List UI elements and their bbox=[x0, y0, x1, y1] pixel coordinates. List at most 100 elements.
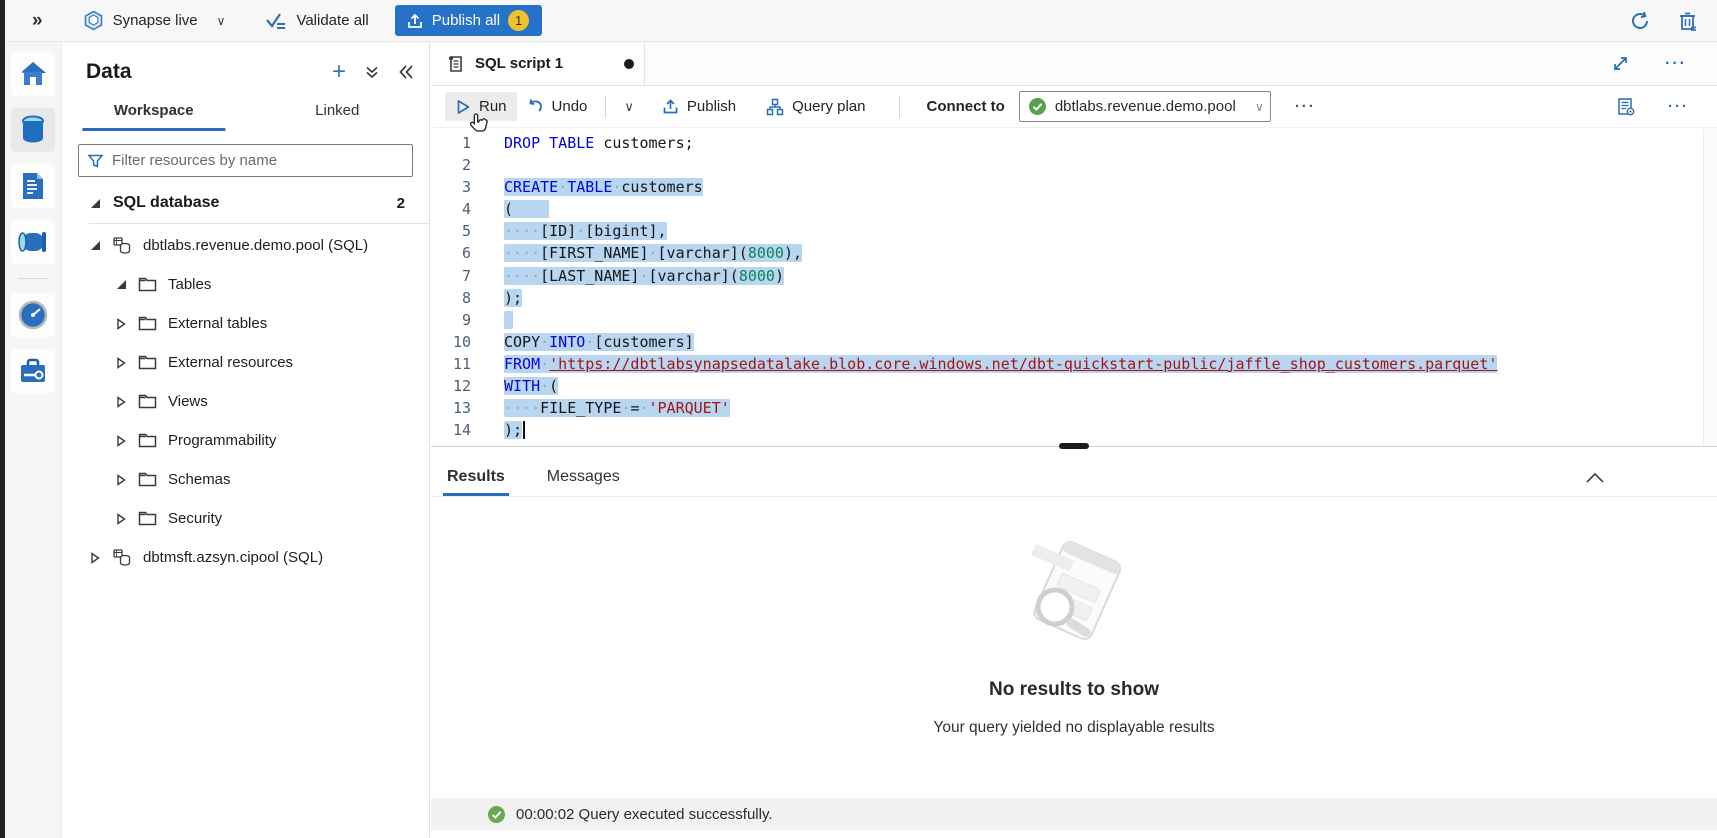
rail-item-data[interactable] bbox=[11, 108, 55, 152]
code-line-2[interactable]: 2 bbox=[431, 154, 1703, 176]
code-line-4[interactable]: 4( bbox=[431, 198, 1703, 220]
rail-item-home[interactable] bbox=[11, 52, 55, 96]
code-line-5[interactable]: 5····[ID]·[bigint], bbox=[431, 220, 1703, 242]
synapse-live-dropdown[interactable]: Synapse live ∨ bbox=[83, 10, 226, 31]
line-number: 3 bbox=[431, 176, 471, 198]
empty-state-title: No results to show bbox=[989, 679, 1159, 701]
tab-sql-script-1[interactable]: SQL script 1 bbox=[431, 42, 645, 85]
collapsed-caret-icon[interactable] bbox=[115, 513, 127, 525]
collapsed-caret-icon[interactable] bbox=[89, 552, 101, 564]
panel-splitter-handle[interactable] bbox=[1059, 443, 1089, 449]
validate-all-button[interactable]: Validate all bbox=[265, 11, 368, 31]
editor-more-actions-icon[interactable]: ··· bbox=[1660, 98, 1697, 115]
filter-resources-input[interactable] bbox=[112, 152, 404, 169]
connect-to-pool-dropdown[interactable]: dbtlabs.revenue.demo.pool ∨ bbox=[1019, 91, 1271, 122]
expanded-caret-icon[interactable] bbox=[89, 240, 101, 251]
line-number: 2 bbox=[431, 154, 471, 176]
tab-more-actions-icon[interactable]: ··· bbox=[1657, 55, 1695, 73]
tree-item-dbtmsft-azsyn-cipool-sql[interactable]: dbtmsft.azsyn.cipool (SQL) bbox=[62, 538, 429, 577]
connection-ok-icon bbox=[1028, 97, 1047, 116]
undo-redo-dropdown-icon[interactable]: ∨ bbox=[614, 93, 644, 121]
code-line-7[interactable]: 7····[LAST_NAME]·[varchar](8000) bbox=[431, 265, 1703, 287]
collapse-results-icon[interactable] bbox=[1585, 472, 1605, 496]
code-line-1[interactable]: 1DROP TABLE customers; bbox=[431, 132, 1703, 154]
expanded-caret-icon[interactable] bbox=[89, 198, 101, 209]
synapse-hexagon-icon bbox=[83, 10, 104, 31]
line-content: ····FILE_TYPE·=·'PARQUET' bbox=[471, 397, 730, 419]
tab-messages[interactable]: Messages bbox=[543, 468, 624, 496]
collapsed-caret-icon[interactable] bbox=[115, 318, 127, 330]
tree-item-label: External resources bbox=[168, 354, 293, 371]
selected-text: CREATE·TABLE·customers bbox=[504, 178, 703, 196]
code-line-10[interactable]: 10COPY·INTO·[customers] bbox=[431, 331, 1703, 353]
refresh-icon[interactable] bbox=[1629, 10, 1651, 32]
run-play-icon bbox=[455, 99, 471, 115]
doc-tab-title: SQL script 1 bbox=[475, 55, 563, 72]
selected-text: ); bbox=[504, 289, 522, 307]
tree-divider bbox=[89, 223, 429, 224]
expanded-caret-icon[interactable] bbox=[115, 279, 127, 290]
code-line-13[interactable]: 13····FILE_TYPE·=·'PARQUET' bbox=[431, 397, 1703, 419]
script-toolbar: Run Undo ∨ Publish Query plan Connect to bbox=[431, 86, 1717, 128]
tree-item-label: Schemas bbox=[168, 471, 231, 488]
query-plan-button[interactable]: Query plan bbox=[756, 92, 875, 122]
rail-item-integrate[interactable] bbox=[11, 220, 55, 264]
folder-icon bbox=[138, 316, 157, 331]
collapsed-caret-icon[interactable] bbox=[115, 435, 127, 447]
tree-item-tables[interactable]: Tables bbox=[62, 265, 429, 304]
undo-button[interactable]: Undo bbox=[517, 92, 598, 121]
code-line-14[interactable]: 14); bbox=[431, 419, 1703, 441]
tree-item-views[interactable]: Views bbox=[62, 382, 429, 421]
publish-all-label: Publish all bbox=[432, 12, 500, 29]
tab-workspace[interactable]: Workspace bbox=[62, 94, 246, 130]
publish-upload-icon bbox=[406, 12, 424, 30]
expand-editor-icon[interactable] bbox=[1612, 55, 1629, 72]
sql-code-editor[interactable]: 1DROP TABLE customers;23 CREATE·TABLE·cus… bbox=[431, 129, 1703, 487]
expand-menu-icon[interactable]: » bbox=[32, 10, 41, 32]
collapse-pane-icon[interactable] bbox=[398, 64, 415, 80]
tree-item-external-resources[interactable]: External resources bbox=[62, 343, 429, 382]
folder-icon bbox=[138, 433, 157, 448]
rail-item-manage[interactable] bbox=[11, 349, 55, 393]
line-number: 12 bbox=[431, 375, 471, 397]
code-line-12[interactable]: 12WITH·( bbox=[431, 375, 1703, 397]
discard-trash-icon[interactable] bbox=[1677, 10, 1699, 32]
success-check-icon bbox=[487, 805, 506, 824]
line-content: ( bbox=[471, 198, 549, 220]
rail-item-monitor[interactable] bbox=[11, 293, 55, 337]
run-button[interactable]: Run bbox=[445, 92, 517, 121]
tab-linked[interactable]: Linked bbox=[246, 94, 430, 130]
empty-state-subtitle: Your query yielded no displayable result… bbox=[933, 719, 1214, 737]
expand-collapse-icon[interactable] bbox=[364, 64, 380, 80]
collapsed-caret-icon[interactable] bbox=[115, 396, 127, 408]
tree-item-dbtlabs-revenue-demo-pool-sql[interactable]: dbtlabs.revenue.demo.pool (SQL) bbox=[62, 226, 429, 265]
editor-scrollbar[interactable] bbox=[1703, 129, 1717, 488]
tree-item-security[interactable]: Security bbox=[62, 499, 429, 538]
data-panel-title: Data bbox=[86, 60, 132, 84]
properties-icon[interactable] bbox=[1616, 97, 1636, 117]
sql-pool-icon bbox=[112, 548, 132, 567]
code-line-6[interactable]: 6····[FIRST_NAME]·[varchar](8000), bbox=[431, 242, 1703, 264]
tree-item-external-tables[interactable]: External tables bbox=[62, 304, 429, 343]
code-line-11[interactable]: 11FROM·'https://dbtlabsynapsedatalake.bl… bbox=[431, 353, 1703, 375]
line-content: ····[ID]·[bigint], bbox=[471, 220, 667, 242]
publish-all-button[interactable]: Publish all 1 bbox=[395, 5, 542, 36]
line-number: 8 bbox=[431, 287, 471, 309]
code-line-3[interactable]: 3 CREATE·TABLE·customers bbox=[431, 176, 1703, 198]
toolbar-more-icon[interactable]: ··· bbox=[1287, 98, 1324, 115]
tree-section-sql-database[interactable]: SQL database 2 bbox=[62, 185, 429, 221]
line-content: WITH·( bbox=[471, 375, 558, 397]
code-line-9[interactable]: 9 bbox=[431, 309, 1703, 331]
line-number: 13 bbox=[431, 397, 471, 419]
line-content: ····[LAST_NAME]·[varchar](8000) bbox=[471, 265, 784, 287]
code-line-8[interactable]: 8); bbox=[431, 287, 1703, 309]
tree-item-programmability[interactable]: Programmability bbox=[62, 421, 429, 460]
tab-results[interactable]: Results bbox=[443, 468, 509, 496]
publish-button[interactable]: Publish bbox=[652, 92, 746, 121]
collapsed-caret-icon[interactable] bbox=[115, 357, 127, 369]
add-icon[interactable]: + bbox=[332, 60, 346, 84]
line-content: DROP TABLE customers; bbox=[471, 132, 694, 154]
collapsed-caret-icon[interactable] bbox=[115, 474, 127, 486]
tree-item-schemas[interactable]: Schemas bbox=[62, 460, 429, 499]
rail-item-develop[interactable] bbox=[11, 164, 55, 208]
